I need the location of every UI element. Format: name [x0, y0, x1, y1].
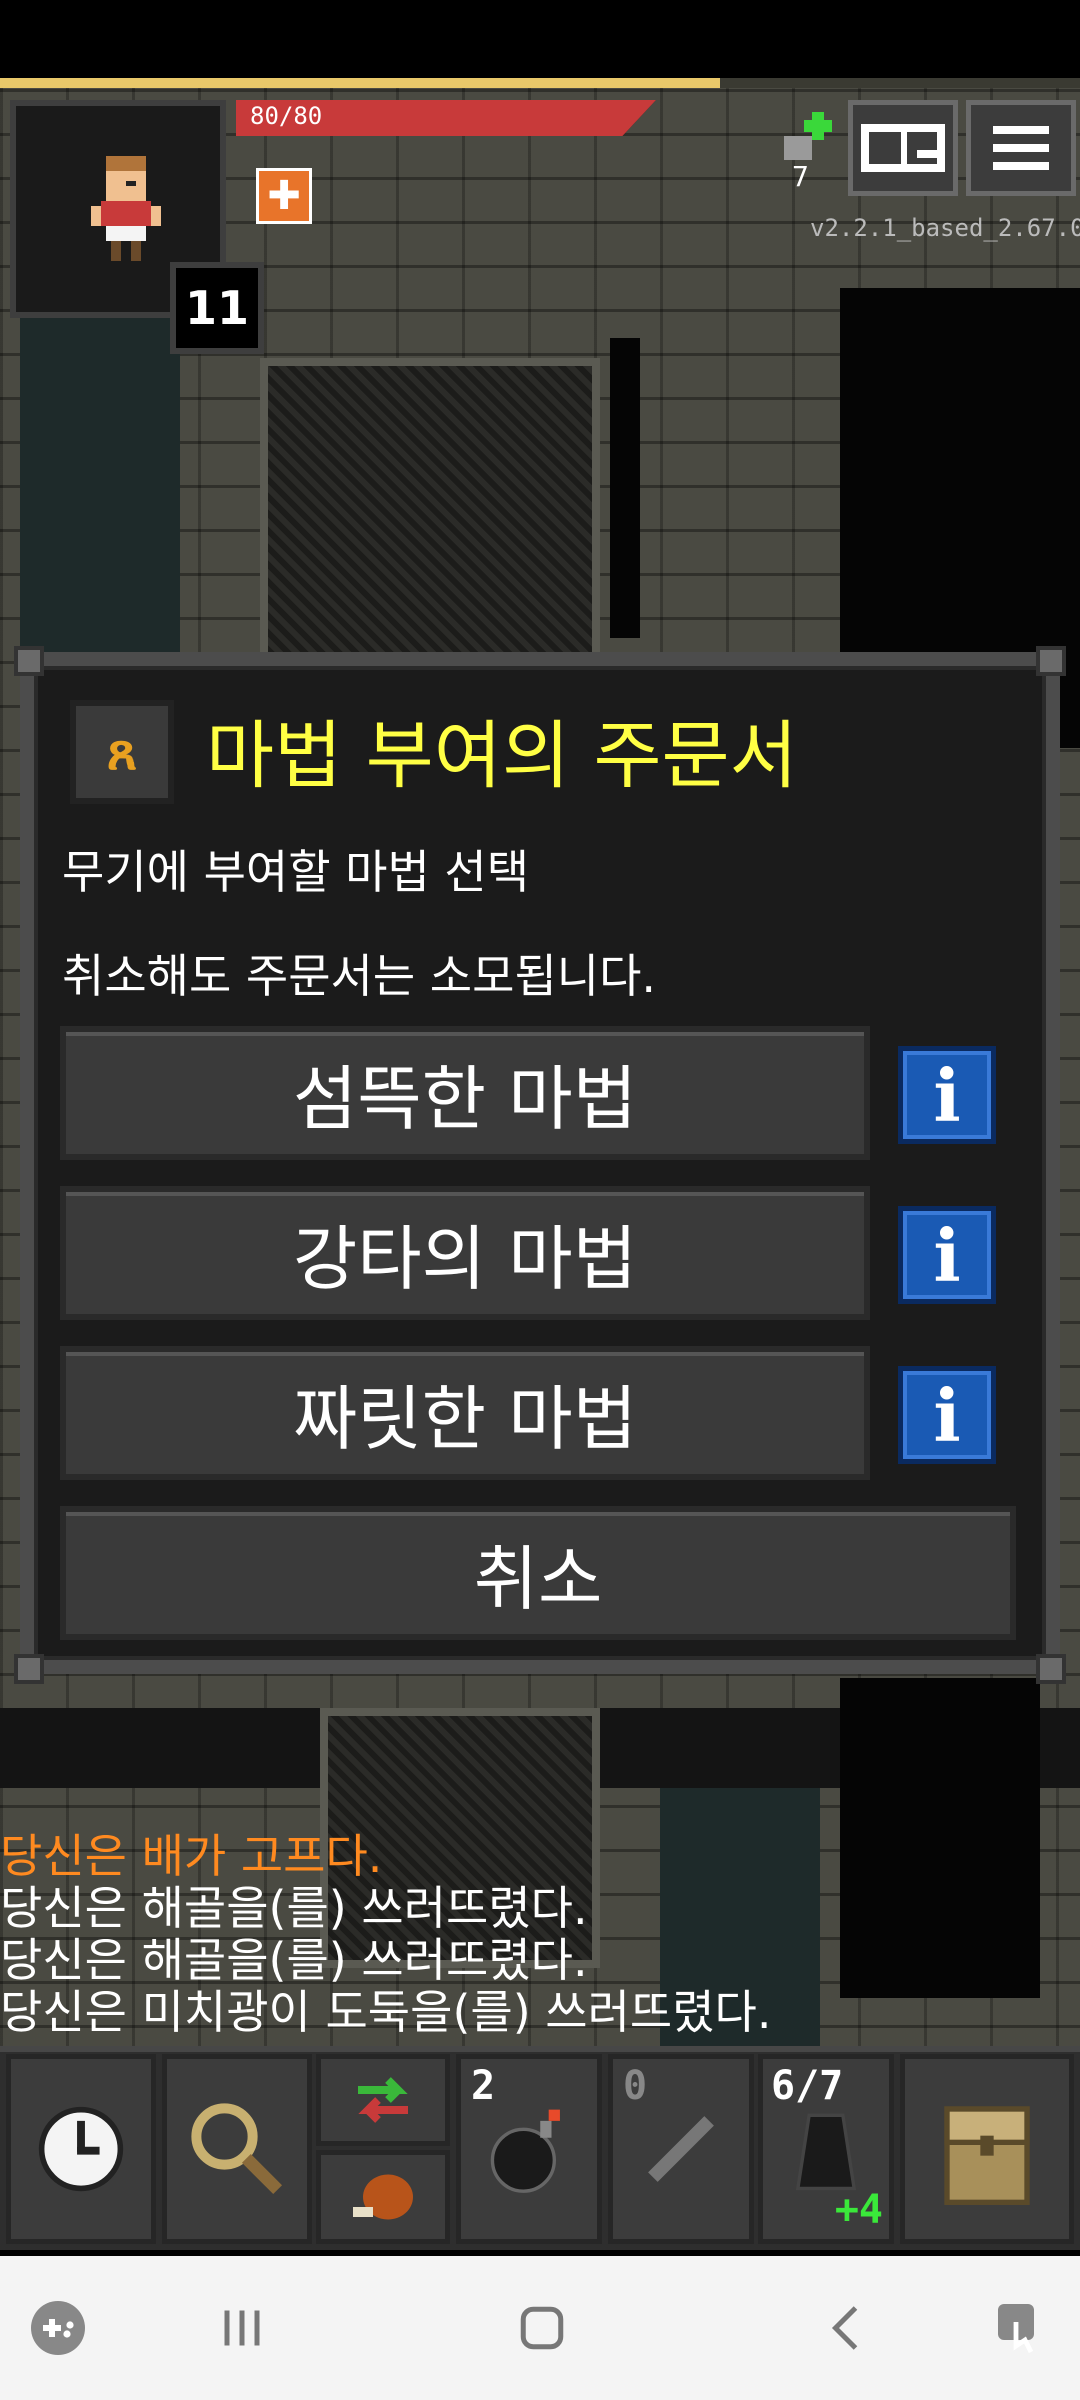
info-button[interactable]: i	[898, 1046, 996, 1144]
clock-icon	[38, 2106, 124, 2192]
hero-sprite-icon	[91, 156, 161, 261]
wait-button[interactable]	[6, 2054, 156, 2244]
experience-fill	[0, 78, 721, 88]
bomb-quickslot[interactable]: 2	[456, 2054, 602, 2244]
system-status-bar	[0, 0, 1080, 78]
food-quickslot[interactable]	[316, 2150, 450, 2244]
swap-icon	[358, 2077, 408, 2123]
dialog-corner	[1036, 1654, 1066, 1684]
dialog-title: 마법 부여의 주문서	[206, 713, 798, 799]
home-icon	[520, 2306, 564, 2350]
system-navigation-bar	[0, 2256, 1080, 2400]
backpack-icon	[944, 2106, 1030, 2205]
dagger-quickslot[interactable]: 0	[608, 2054, 754, 2244]
armor-bonus: +4	[834, 2187, 883, 2233]
option-button-grim[interactable]: 섬뜩한 마법	[60, 1026, 870, 1160]
dialog-corner	[14, 646, 44, 676]
cancel-button[interactable]: 취소	[60, 1506, 1016, 1640]
log-line: 당신은 배가 고프다.	[0, 1829, 383, 1883]
dialog-description: 무기에 부여할 마법 선택	[62, 845, 530, 899]
bomb-icon	[490, 2109, 560, 2193]
log-line: 당신은 해골을(를) 쓰러뜨렸다.	[0, 1881, 588, 1935]
backpack-button[interactable]	[900, 2054, 1074, 2244]
journal-icon	[861, 124, 945, 172]
dialog-corner	[1036, 646, 1066, 676]
search-button[interactable]	[162, 2054, 312, 2244]
dialog-warning: 취소해도 주문서는 소모됩니다.	[62, 949, 657, 1003]
experience-bar	[0, 78, 1080, 88]
info-button[interactable]: i	[898, 1366, 996, 1464]
void-area	[610, 338, 640, 638]
armor-quickslot[interactable]: 6/7 +4	[758, 2054, 894, 2244]
game-launcher-button[interactable]	[8, 2278, 108, 2378]
log-line: 당신은 미치광이 도둑을(를) 쓰러뜨렸다.	[0, 1985, 772, 2039]
back-icon	[831, 2306, 858, 2350]
hp-text: 80/80	[250, 102, 323, 130]
dialog-corner	[14, 1654, 44, 1684]
touch-protection-button[interactable]	[972, 2278, 1072, 2378]
armor-charges: 6/7	[771, 2063, 844, 2109]
recent-apps-button[interactable]	[192, 2278, 292, 2378]
dagger-icon	[648, 2116, 714, 2182]
menu-button[interactable]	[966, 100, 1076, 196]
menu-icon	[993, 126, 1049, 170]
dagger-count: 0	[623, 2063, 648, 2109]
depth-indicator: 11	[170, 262, 264, 354]
home-button[interactable]	[492, 2278, 592, 2378]
bomb-count: 2	[471, 2063, 496, 2109]
iron-key-count: 7	[792, 160, 809, 193]
option-button-blazing[interactable]: 강타의 마법	[60, 1186, 870, 1320]
log-line: 당신은 해골을(를) 쓰러뜨렸다.	[0, 1933, 588, 1987]
cloak-icon	[795, 2113, 857, 2191]
buff-icon[interactable]: ✚	[256, 168, 312, 224]
journal-button[interactable]	[848, 100, 958, 196]
touch-lock-icon	[998, 2304, 1034, 2354]
scroll-icon: ጸ	[70, 700, 174, 804]
gamepad-icon	[31, 2301, 85, 2355]
option-button-shocking[interactable]: 짜릿한 마법	[60, 1346, 870, 1480]
swap-quickslot-button[interactable]	[316, 2054, 450, 2146]
magnifier-icon	[191, 2103, 283, 2195]
back-button[interactable]	[798, 2278, 898, 2378]
recent-apps-icon	[224, 2310, 260, 2346]
void-area	[840, 1678, 1040, 1998]
meat-icon	[353, 2174, 413, 2220]
version-label: v2.2.1_based_2.67.0	[810, 214, 1080, 242]
info-button[interactable]: i	[898, 1206, 996, 1304]
